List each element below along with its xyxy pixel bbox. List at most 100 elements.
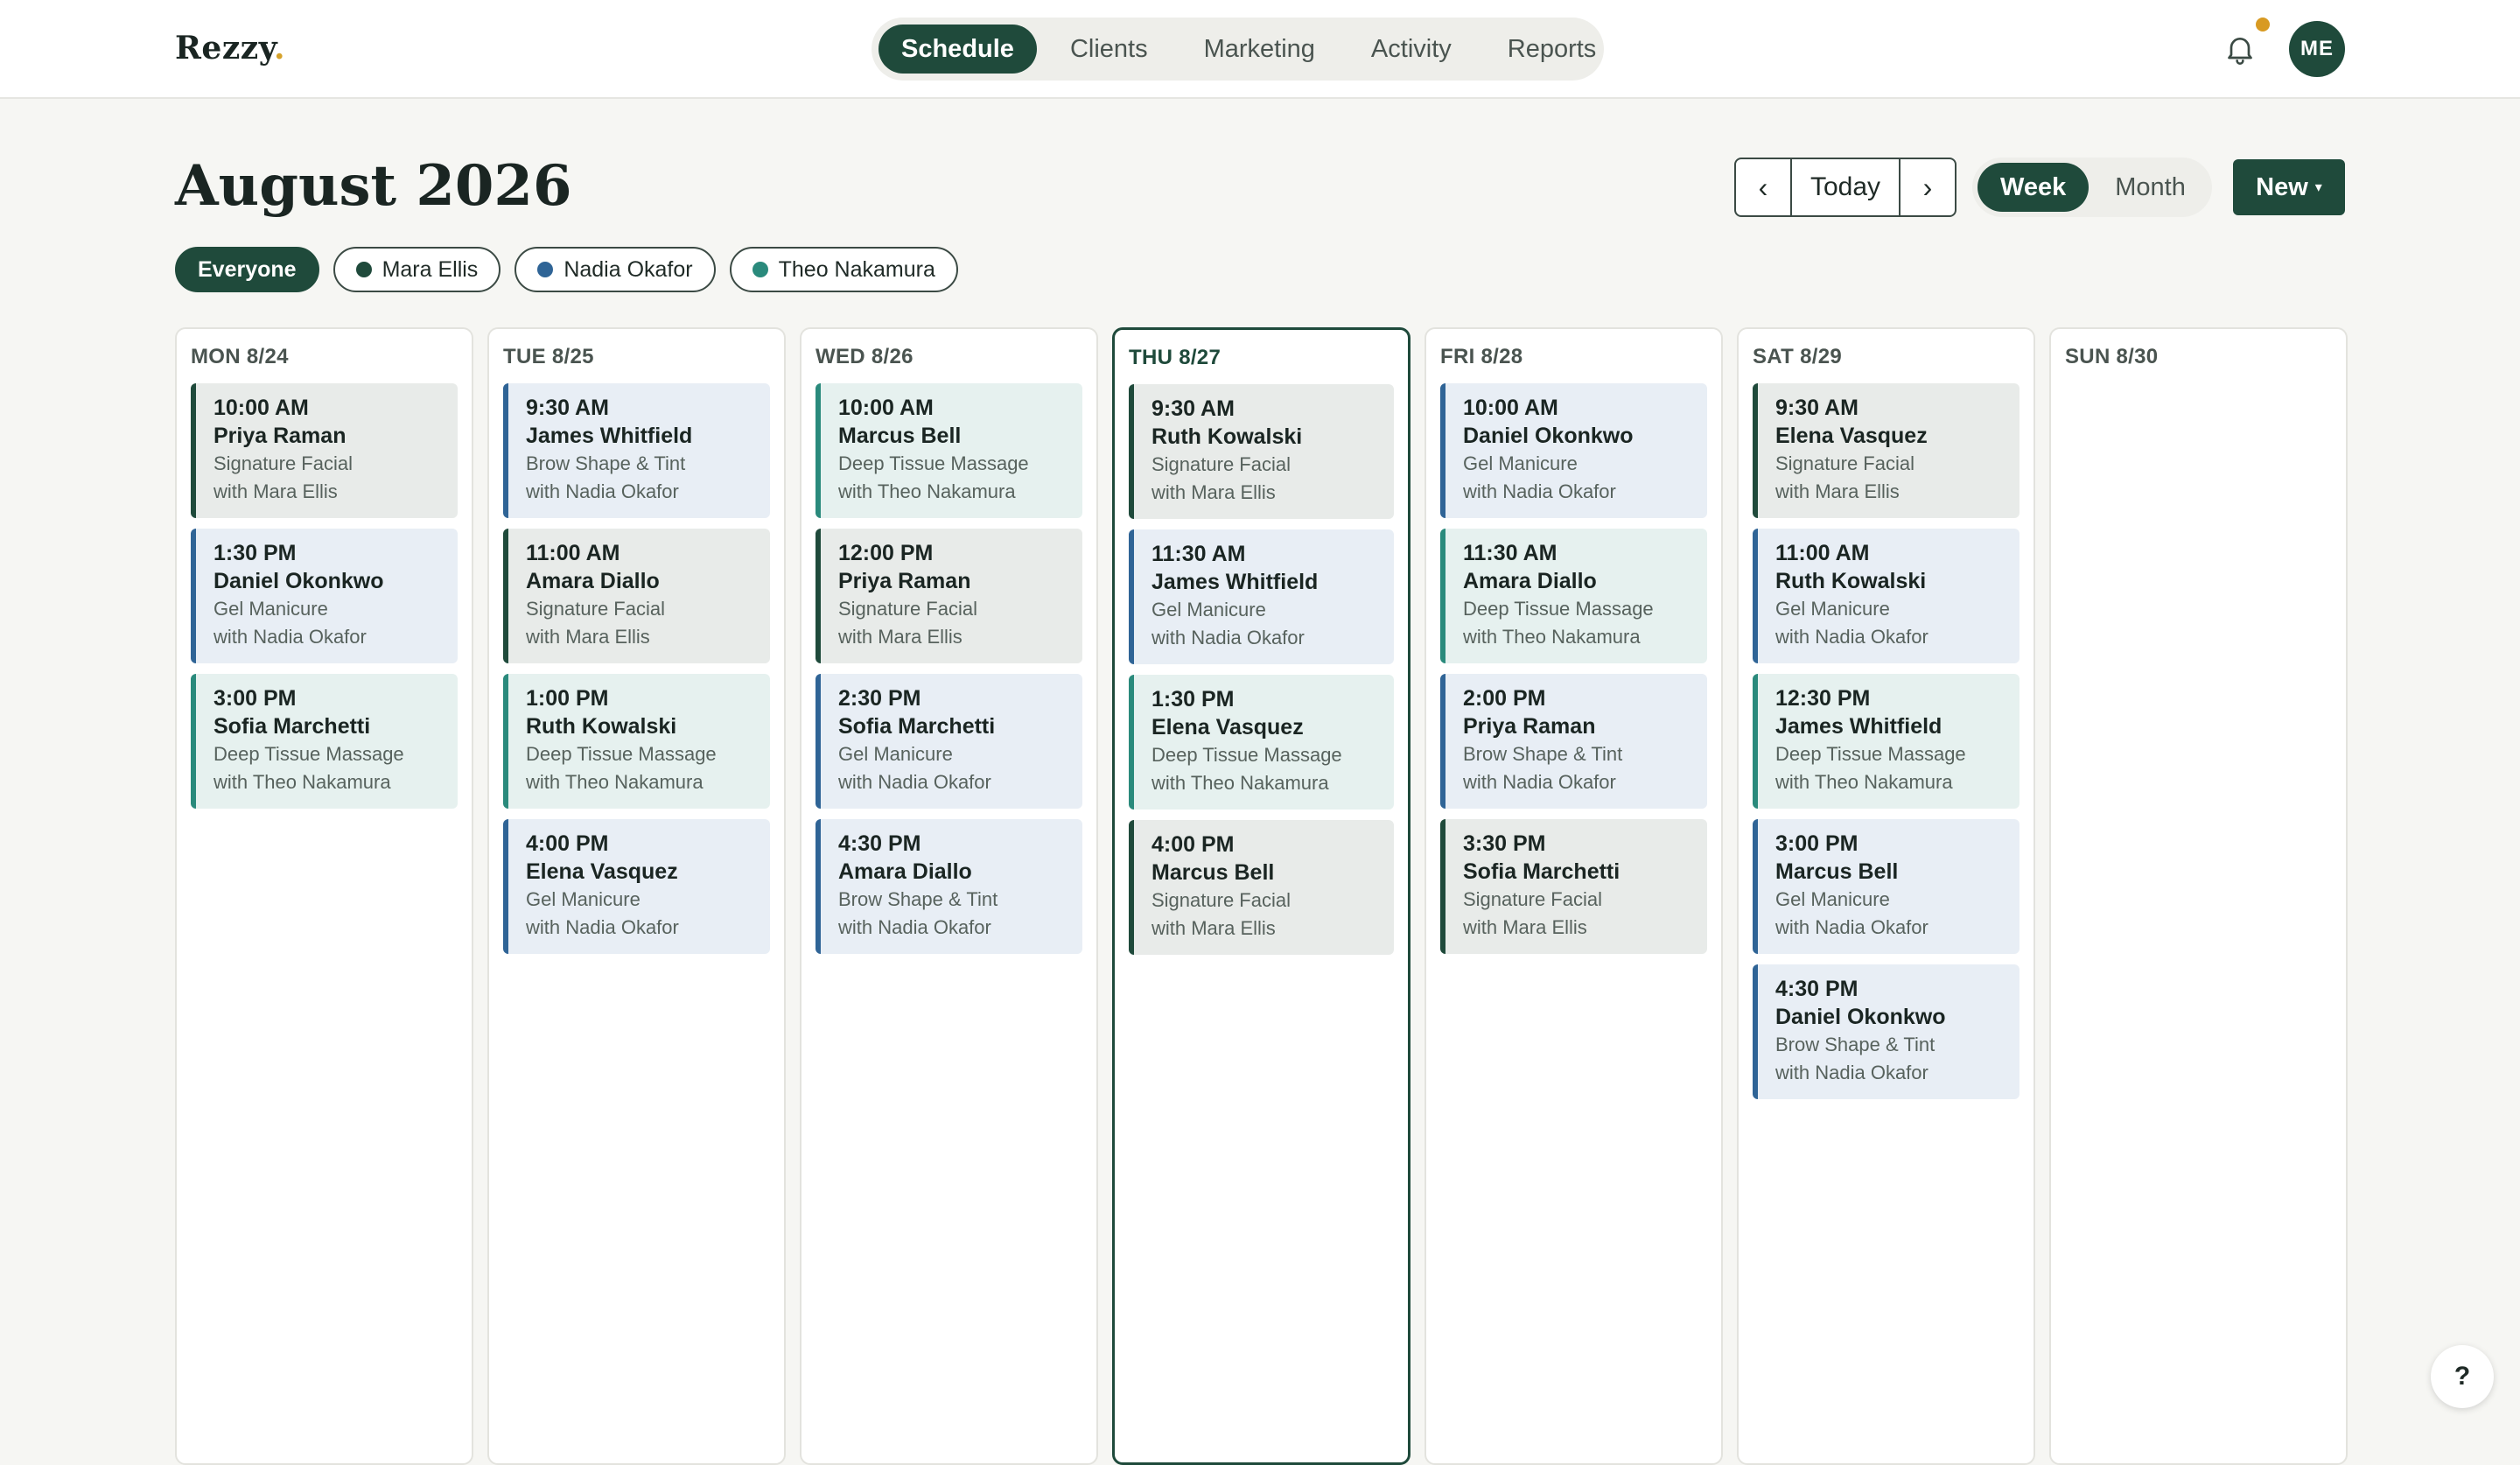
help-button[interactable]: ?	[2431, 1345, 2494, 1408]
appointment-card[interactable]: 4:00 PM Marcus Bell Signature Facial with M…	[1129, 820, 1394, 955]
page-title: August 2026	[175, 153, 572, 219]
appointment-time: 9:30 AM	[1775, 396, 1858, 420]
logo[interactable]: Rezzy.	[175, 30, 285, 67]
appointment-staff: with Nadia Okafor	[1463, 771, 1616, 793]
appointment-card[interactable]: 3:00 PM Sofia Marchetti Deep Tissue Massag…	[191, 674, 458, 809]
appointment-card[interactable]: 10:00 AM Daniel Okonkwo Gel Manicure with N…	[1440, 383, 1707, 518]
staff-filters: Everyone Mara Ellis Nadia Okafor Theo Na…	[175, 247, 958, 292]
filter-nadia-okafor[interactable]: Nadia Okafor	[514, 247, 716, 292]
appointment-staff: with Mara Ellis	[1152, 481, 1276, 503]
appointment-staff: with Mara Ellis	[526, 626, 650, 648]
appointment-service: Signature Facial	[214, 452, 353, 474]
appointment-time: 11:30 AM	[1463, 541, 1558, 565]
appointment-card[interactable]: 9:30 AM James Whitfield Brow Shape & Tint w…	[503, 383, 770, 518]
day-column-mon[interactable]: MON 8/24 10:00 AM Priya Raman Signature Fac…	[175, 327, 473, 1465]
appointment-staff: with Nadia Okafor	[1775, 1062, 1928, 1083]
previous-week-button[interactable]: ‹	[1736, 159, 1790, 215]
avatar[interactable]: ME	[2289, 21, 2345, 77]
appointment-card[interactable]: 10:00 AM Marcus Bell Deep Tissue Massage wi…	[816, 383, 1082, 518]
appointment-time: 4:30 PM	[838, 831, 921, 856]
nav-marketing[interactable]: Marketing	[1181, 25, 1338, 74]
appointment-card[interactable]: 4:00 PM Elena Vasquez Gel Manicure with Nad…	[503, 819, 770, 954]
appointment-card[interactable]: 11:00 AM Ruth Kowalski Gel Manicure with Na…	[1753, 529, 2020, 663]
appointment-time: 10:00 AM	[1463, 396, 1558, 420]
today-button[interactable]: Today	[1790, 159, 1900, 215]
help-icon: ?	[2454, 1362, 2471, 1391]
appointment-card[interactable]: 1:30 PM Daniel Okonkwo Gel Manicure with Na…	[191, 529, 458, 663]
filter-everyone[interactable]: Everyone	[175, 247, 319, 292]
appointment-service: Deep Tissue Massage	[526, 743, 717, 765]
day-column-sat[interactable]: SAT 8/29 9:30 AM Elena Vasquez Signature Fa…	[1737, 327, 2035, 1465]
appointment-client: Marcus Bell	[1152, 860, 1275, 885]
appointment-staff: with Theo Nakamura	[526, 771, 704, 793]
appointment-staff: with Theo Nakamura	[1152, 772, 1329, 794]
day-label: THU 8/27	[1129, 346, 1222, 369]
appointment-service: Brow Shape & Tint	[1463, 743, 1623, 765]
appointment-card[interactable]: 4:30 PM Amara Diallo Brow Shape & Tint with…	[816, 819, 1082, 954]
view-week-button[interactable]: Week	[1978, 163, 2090, 212]
main-nav: Schedule Clients Marketing Activity Repo…	[872, 18, 1604, 81]
view-month-button[interactable]: Month	[2092, 163, 2208, 212]
nav-schedule[interactable]: Schedule	[878, 25, 1037, 74]
appointment-card[interactable]: 3:30 PM Sofia Marchetti Signature Facial wi…	[1440, 819, 1707, 954]
appointment-card[interactable]: 11:30 AM James Whitfield Gel Manicure with …	[1129, 529, 1394, 664]
appointment-card[interactable]: 11:30 AM Amara Diallo Deep Tissue Massage w…	[1440, 529, 1707, 663]
appointment-client: Ruth Kowalski	[526, 714, 677, 739]
nav-reports[interactable]: Reports	[1485, 25, 1620, 74]
appointment-card[interactable]: 1:00 PM Ruth Kowalski Deep Tissue Massage w…	[503, 674, 770, 809]
appointment-client: Amara Diallo	[838, 859, 972, 884]
appointment-service: Signature Facial	[1463, 888, 1602, 910]
appointment-time: 1:30 PM	[214, 541, 297, 565]
appointment-staff: with Nadia Okafor	[1775, 626, 1928, 648]
appointment-staff: with Nadia Okafor	[214, 626, 367, 648]
appointment-time: 3:00 PM	[214, 686, 297, 711]
appointment-card[interactable]: 4:30 PM Daniel Okonkwo Brow Shape & Tint wi…	[1753, 964, 2020, 1099]
nav-activity[interactable]: Activity	[1348, 25, 1474, 74]
appointment-staff: with Mara Ellis	[1775, 480, 1900, 502]
day-column-fri[interactable]: FRI 8/28 10:00 AM Daniel Okonkwo Gel Manicu…	[1424, 327, 1723, 1465]
appointment-service: Gel Manicure	[1775, 888, 1890, 910]
appointment-time: 10:00 AM	[214, 396, 309, 420]
view-toggle: Week Month	[1972, 158, 2212, 217]
appointment-card[interactable]: 1:30 PM Elena Vasquez Deep Tissue Massage w…	[1129, 675, 1394, 810]
date-navigation: ‹ Today ›	[1734, 158, 1956, 217]
appointment-card[interactable]: 9:30 AM Ruth Kowalski Signature Facial with…	[1129, 384, 1394, 519]
appointment-service: Signature Facial	[1152, 889, 1291, 911]
day-label: SAT 8/29	[1753, 345, 1842, 368]
filter-theo-nakamura[interactable]: Theo Nakamura	[729, 247, 958, 292]
nav-clients[interactable]: Clients	[1047, 25, 1171, 74]
appointment-client: Elena Vasquez	[526, 859, 678, 884]
new-button[interactable]: New ▾	[2233, 159, 2345, 215]
appointment-client: Elena Vasquez	[1775, 424, 1928, 448]
appointment-service: Deep Tissue Massage	[1463, 598, 1654, 620]
appointment-service: Brow Shape & Tint	[838, 888, 998, 910]
appointment-card[interactable]: 11:00 AM Amara Diallo Signature Facial with…	[503, 529, 770, 663]
bell-icon[interactable]	[2222, 32, 2258, 67]
appointment-staff: with Nadia Okafor	[526, 480, 679, 502]
appointment-time: 4:00 PM	[1152, 832, 1235, 857]
appointment-staff: with Mara Ellis	[1463, 916, 1587, 938]
appointment-time: 9:30 AM	[526, 396, 609, 420]
appointment-card[interactable]: 12:30 PM James Whitfield Deep Tissue Massa…	[1753, 674, 2020, 809]
day-column-thu[interactable]: THU 8/27 9:30 AM Ruth Kowalski Signature Fa…	[1112, 327, 1410, 1465]
appointment-time: 12:00 PM	[838, 541, 934, 565]
next-week-button[interactable]: ›	[1900, 159, 1955, 215]
day-column-wed[interactable]: WED 8/26 10:00 AM Marcus Bell Deep Tissue M…	[800, 327, 1098, 1465]
appointment-card[interactable]: 3:00 PM Marcus Bell Gel Manicure with Nadia…	[1753, 819, 2020, 954]
appointment-service: Signature Facial	[838, 598, 977, 620]
appointment-card[interactable]: 9:30 AM Elena Vasquez Signature Facial with…	[1753, 383, 2020, 518]
appointment-card[interactable]: 12:00 PM Priya Raman Signature Facial with …	[816, 529, 1082, 663]
appointment-card[interactable]: 2:30 PM Sofia Marchetti Gel Manicure with N…	[816, 674, 1082, 809]
appointment-client: Daniel Okonkwo	[214, 569, 384, 593]
appointment-card[interactable]: 2:00 PM Priya Raman Brow Shape & Tint with …	[1440, 674, 1707, 809]
appointment-client: Priya Raman	[1463, 714, 1596, 739]
day-label: WED 8/26	[816, 345, 914, 368]
appointment-time: 3:30 PM	[1463, 831, 1546, 856]
appointment-card[interactable]: 10:00 AM Priya Raman Signature Facial with …	[191, 383, 458, 518]
day-column-tue[interactable]: TUE 8/25 9:30 AM James Whitfield Brow Shape…	[487, 327, 786, 1465]
appointment-time: 2:30 PM	[838, 686, 921, 711]
filter-label: Nadia Okafor	[564, 256, 693, 282]
appointment-client: Daniel Okonkwo	[1775, 1005, 1946, 1029]
filter-mara-ellis[interactable]: Mara Ellis	[332, 247, 501, 292]
day-column-sun[interactable]: SUN 8/30	[2049, 327, 2348, 1465]
